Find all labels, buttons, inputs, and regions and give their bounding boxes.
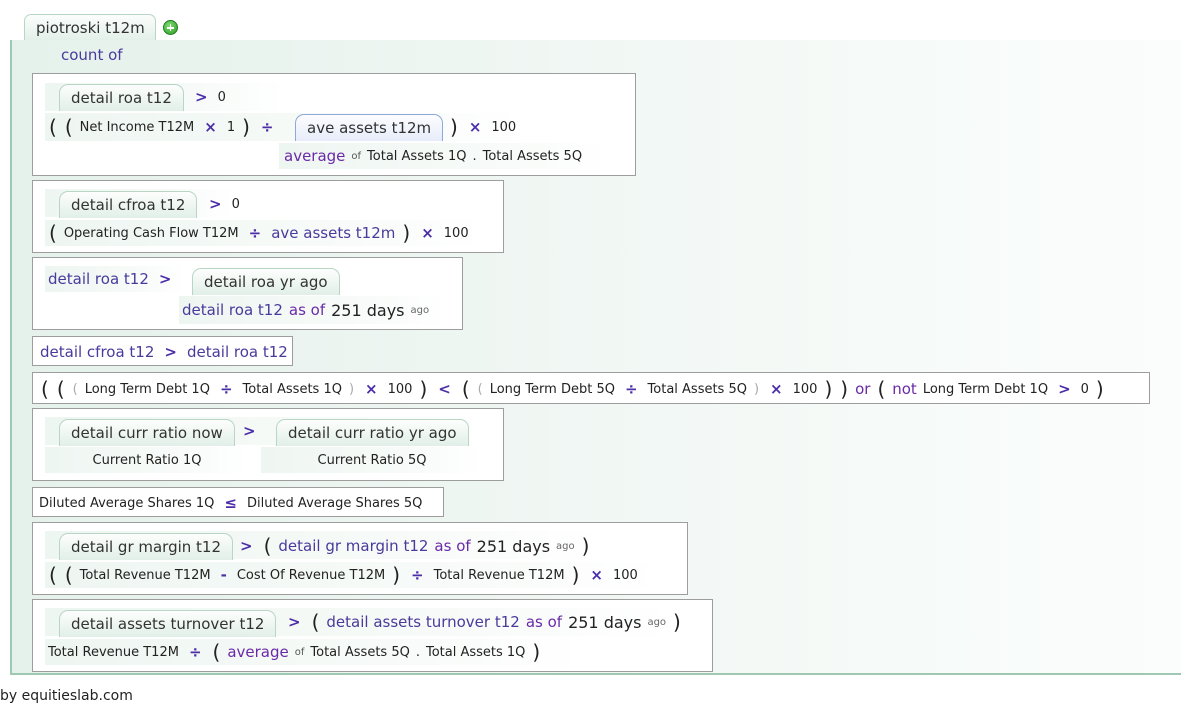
- add-icon[interactable]: [163, 20, 178, 35]
- detail-roa-yr-ago-tab[interactable]: detail roa yr ago: [192, 268, 340, 295]
- zero-value: 0: [217, 89, 226, 105]
- rule-roa-positive[interactable]: detail roa t12 > 0 ave assets t12m ( ( N…: [32, 73, 636, 176]
- detail-curr-ratio-now-tab[interactable]: detail curr ratio now: [59, 419, 235, 446]
- formula-tab-label: piotroski t12m: [36, 18, 145, 37]
- rule-cfroa-vs-roa[interactable]: detail cfroa t12 > detail roa t12: [32, 336, 293, 366]
- net-income-field[interactable]: Net Income T12M: [80, 120, 195, 135]
- detail-assets-turnover-tab[interactable]: detail assets turnover t12: [59, 610, 277, 637]
- ave-assets-tab[interactable]: ave assets t12m: [295, 114, 444, 141]
- average-function[interactable]: average: [284, 147, 345, 165]
- ave-assets-ref[interactable]: ave assets t12m: [271, 224, 395, 242]
- detail-cfroa-tab[interactable]: detail cfroa t12: [59, 191, 198, 218]
- formula-tab[interactable]: piotroski t12m: [24, 14, 156, 40]
- rule-gross-margin[interactable]: detail gr margin t12 > ( detail gr margi…: [32, 522, 688, 595]
- detail-gr-margin-tab[interactable]: detail gr margin t12: [59, 533, 234, 560]
- rule-current-ratio[interactable]: detail curr ratio now > detail curr rati…: [32, 408, 504, 481]
- rule-shares[interactable]: Diluted Average Shares 1Q ≤ Diluted Aver…: [32, 487, 444, 517]
- detail-curr-ratio-yr-ago-tab[interactable]: detail curr ratio yr ago: [276, 419, 469, 446]
- rule-cfroa-positive[interactable]: detail cfroa t12 > 0 ( Operating Cash Fl…: [32, 180, 504, 253]
- total-assets-5q-field[interactable]: Total Assets 5Q: [483, 149, 582, 164]
- total-assets-1q-field[interactable]: Total Assets 1Q: [367, 149, 466, 164]
- footer-credit: by equitieslab.com: [0, 688, 133, 704]
- operating-cash-flow-field[interactable]: Operating Cash Flow T12M: [64, 226, 239, 241]
- detail-roa-ref[interactable]: detail roa t12: [48, 270, 149, 288]
- rule-asset-turnover[interactable]: detail assets turnover t12 > ( detail as…: [32, 599, 713, 672]
- rule-leverage[interactable]: ( ( ( Long Term Debt 1Q ÷ Total Assets 1…: [32, 372, 1150, 404]
- times-operator: ×: [204, 118, 217, 136]
- divide-operator: ÷: [260, 118, 274, 136]
- rule-roa-improving[interactable]: detail roa t12 > detail roa yr ago detai…: [32, 257, 463, 330]
- greater-than-operator: >: [195, 88, 208, 106]
- count-of-label: count of: [61, 46, 123, 64]
- detail-roa-tab[interactable]: detail roa t12: [59, 84, 184, 111]
